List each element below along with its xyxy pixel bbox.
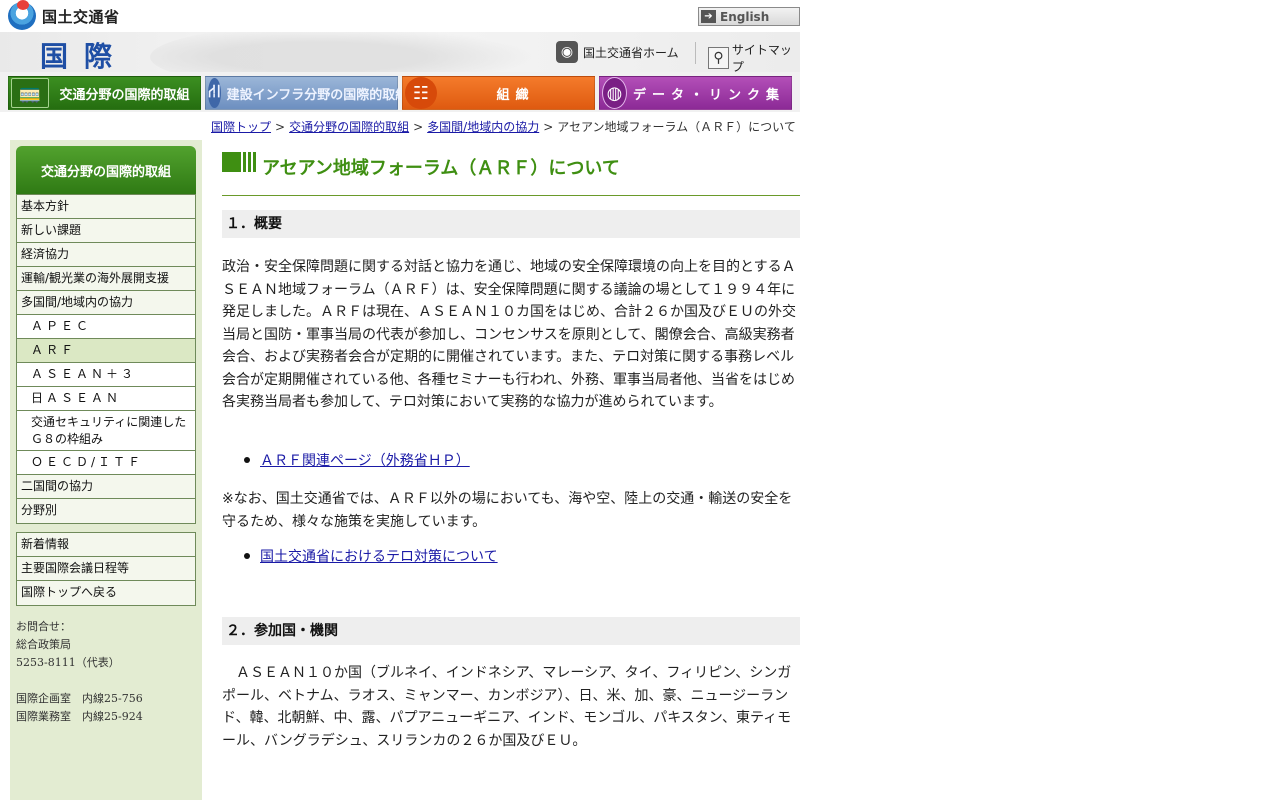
title-bars-icon bbox=[222, 152, 256, 172]
magnifier-icon: ⚲ bbox=[708, 47, 729, 69]
sidebar-secondary-menu: 新着情報 主要国際会議日程等 国際トップへ戻る bbox=[16, 532, 196, 606]
nav-infrastructure-international[interactable]: ⛙ 建設インフラ分野の国際的取組 bbox=[205, 76, 408, 110]
section-overview-text: 政治・安全保障問題に関する対話と協力を通じ、地域の安全保障環境の向上を目的とする… bbox=[222, 259, 796, 410]
list-item: ＡＲＦ関連ページ（外務省ＨＰ） bbox=[244, 450, 470, 470]
sidebar-item-oecd-itf[interactable]: ＯＥＣＤ/ＩＴＦ bbox=[17, 451, 195, 475]
breadcrumb-link[interactable]: 多国間/地域内の協力 bbox=[427, 120, 539, 134]
sidebar-item-arf[interactable]: ＡＲＦ bbox=[17, 339, 195, 363]
page-title-block: アセアン地域フォーラム（ＡＲＦ）について bbox=[222, 140, 800, 196]
sidebar-item-asean-plus-3[interactable]: ＡＳＥＡＮ＋３ bbox=[17, 363, 195, 387]
breadcrumb: 国際トップ > 交通分野の国際的取組 > 多国間/地域内の協力 > アセアン地域フォーラム（… bbox=[211, 118, 811, 135]
sidebar-item-overseas-support[interactable]: 運輸/観光業の海外展開支援 bbox=[17, 267, 195, 291]
section-banner: 国際 ◉ 国土交通省ホーム ⚲ サイトマップ bbox=[0, 32, 800, 72]
sitemap-label: サイトマップ bbox=[731, 43, 792, 72]
sidebar-item-new-issues[interactable]: 新しい課題 bbox=[17, 219, 195, 243]
brand-logo-link[interactable]: 国土交通省 bbox=[8, 0, 120, 30]
sidebar-item-back-to-top[interactable]: 国際トップへ戻る bbox=[17, 581, 195, 605]
nav-label: データ・リンク集 bbox=[632, 87, 785, 103]
main-content: アセアン地域フォーラム（ＡＲＦ）について １．概要 政治・安全保障問題に関する対… bbox=[222, 140, 800, 749]
arf-mofa-link[interactable]: ＡＲＦ関連ページ（外務省ＨＰ） bbox=[260, 450, 470, 470]
sitemap-link[interactable]: ⚲ サイトマップ bbox=[708, 41, 800, 72]
bullet-icon bbox=[244, 457, 250, 463]
sidebar-item-japan-asean[interactable]: 日ＡＳＥＡＮ bbox=[17, 387, 195, 411]
org-chart-icon: ☷ bbox=[405, 77, 437, 109]
english-label: English bbox=[720, 9, 770, 24]
sidebar-menu: 基本方針 新しい課題 経済協力 運輸/観光業の海外展開支援 多国間/地域内の協力… bbox=[16, 194, 196, 524]
train-icon: 🚃 bbox=[11, 78, 49, 108]
nav-label: 建設インフラ分野の国際的取組 bbox=[226, 87, 409, 103]
arrow-right-icon: ➔ bbox=[701, 10, 716, 23]
breadcrumb-separator: > bbox=[413, 120, 424, 134]
sidebar-item-basic-policy[interactable]: 基本方針 bbox=[17, 195, 195, 219]
sidebar-item-g8-security[interactable]: 交通セキュリティに関連したＧ８の枠組み bbox=[17, 411, 195, 451]
nav-organization[interactable]: ☷ 組織 bbox=[402, 76, 595, 110]
section-heading-overview: １．概要 bbox=[222, 210, 800, 238]
note-text: ※なお、国土交通省では、ＡＲＦ以外の場においても、海や空、陸上の交通・輸送の安全… bbox=[222, 491, 793, 530]
nav-label: 交通分野の国際的取組 bbox=[59, 87, 190, 103]
english-button[interactable]: ➔ English bbox=[698, 7, 800, 26]
sidebar-title[interactable]: 交通分野の国際的取組 bbox=[16, 146, 196, 194]
sidebar-item-schedule[interactable]: 主要国際会議日程等 bbox=[17, 557, 195, 581]
home-icon: ◉ bbox=[556, 41, 578, 63]
sidebar: 交通分野の国際的取組 基本方針 新しい課題 経済協力 運輸/観光業の海外展開支援… bbox=[10, 140, 202, 800]
section-heading-participants: ２．参加国・機関 bbox=[222, 617, 800, 645]
section-title: 国際 bbox=[40, 40, 129, 72]
breadcrumb-separator: > bbox=[275, 120, 286, 134]
counter-terrorism-link[interactable]: 国土交通省におけるテロ対策について bbox=[260, 546, 498, 566]
list-item: 国土交通省におけるテロ対策について bbox=[244, 546, 498, 566]
contact-info: お問合せ： 総合政策局 5253-8111（代表） 国際企画室 内線25-756… bbox=[16, 620, 143, 723]
breadcrumb-current: アセアン地域フォーラム（ＡＲＦ）について bbox=[557, 120, 796, 134]
sidebar-item-multilateral[interactable]: 多国間/地域内の協力 bbox=[17, 291, 195, 315]
global-nav: 🚃 交通分野の国際的取組 ⛙ 建設インフラ分野の国際的取組 ☷ 組織 ◍ データ… bbox=[0, 72, 800, 112]
nav-data-links[interactable]: ◍ データ・リンク集 bbox=[599, 76, 792, 110]
mlit-home-link[interactable]: ◉ 国土交通省ホーム bbox=[556, 41, 679, 63]
globe-icon: ◍ bbox=[602, 77, 627, 109]
sidebar-item-economic-cooperation[interactable]: 経済協力 bbox=[17, 243, 195, 267]
sidebar-item-bilateral[interactable]: 二国間の協力 bbox=[17, 475, 195, 499]
road-icon: ⛙ bbox=[208, 78, 221, 108]
nav-transport-international[interactable]: 🚃 交通分野の国際的取組 bbox=[8, 76, 201, 110]
breadcrumb-separator: > bbox=[543, 120, 554, 134]
breadcrumb-link[interactable]: 交通分野の国際的取組 bbox=[289, 120, 409, 134]
divider bbox=[695, 42, 696, 64]
brand-name: 国土交通省 bbox=[42, 7, 120, 26]
sidebar-item-news[interactable]: 新着情報 bbox=[17, 533, 195, 557]
bullet-icon bbox=[244, 553, 250, 559]
breadcrumb-link[interactable]: 国際トップ bbox=[211, 120, 271, 134]
mlit-logo-icon bbox=[8, 0, 36, 30]
mlit-home-label: 国土交通省ホーム bbox=[583, 45, 679, 60]
world-map-decoration bbox=[150, 32, 570, 72]
section-participants-text: ＡＳＥＡＮ１０か国（ブルネイ、インドネシア、マレーシア、タイ、フィリピン、シンガ… bbox=[222, 665, 792, 749]
sidebar-item-by-field[interactable]: 分野別 bbox=[17, 499, 195, 523]
sidebar-item-apec[interactable]: ＡＰＥＣ bbox=[17, 315, 195, 339]
page-title: アセアン地域フォーラム（ＡＲＦ）について bbox=[262, 158, 620, 179]
nav-label: 組織 bbox=[496, 87, 535, 103]
